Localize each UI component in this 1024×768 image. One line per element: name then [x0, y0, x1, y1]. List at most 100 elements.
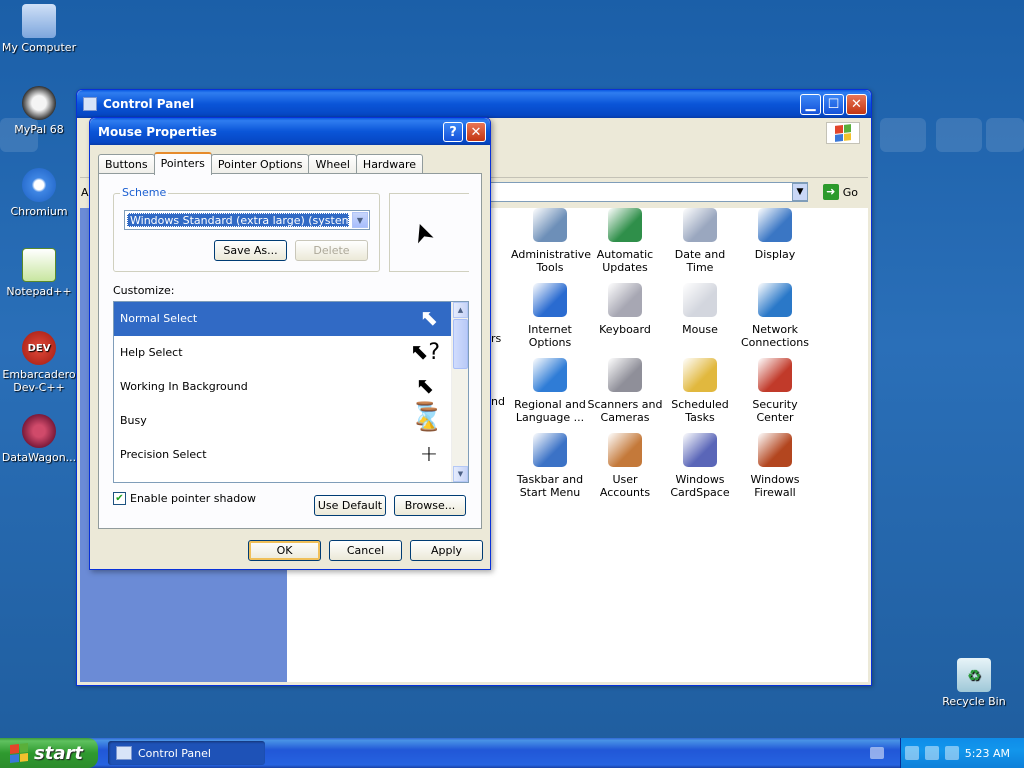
control-panel-item-icon — [533, 433, 567, 467]
control-panel-item[interactable]: Date and Time — [661, 208, 739, 274]
browse-button[interactable]: Browse... — [394, 495, 466, 516]
recycle-bin-icon: ♻ — [957, 658, 991, 692]
tab-pointers[interactable]: Pointers — [153, 152, 212, 175]
control-panel-item[interactable]: Network Connections — [736, 283, 814, 349]
desktop-icon-notepadpp[interactable]: Notepad++ — [0, 248, 78, 298]
control-panel-item-label: Network Connections — [741, 323, 809, 349]
desktop-icon-label: Notepad++ — [6, 285, 72, 298]
speaker-icon[interactable] — [924, 746, 939, 760]
control-panel-item-label: Mouse — [682, 323, 718, 336]
control-panel-item[interactable]: User Accounts — [586, 433, 664, 499]
network-icon[interactable] — [904, 746, 919, 760]
control-panel-item-icon — [608, 358, 642, 392]
list-item[interactable]: Busy ⌛ — [114, 404, 451, 438]
delete-button[interactable]: Delete — [295, 240, 368, 261]
control-panel-titlebar[interactable]: Control Panel ▁ ☐ ✕ — [77, 90, 871, 118]
maximize-button[interactable]: ☐ — [823, 94, 844, 115]
desktop-icon-label: My Computer — [1, 41, 77, 54]
control-panel-item-label: Security Center — [752, 398, 798, 424]
control-panel-item-label: Internet Options — [528, 323, 572, 349]
control-panel-item[interactable]: Scheduled Tasks — [661, 358, 739, 424]
address-dropdown-button[interactable]: ▼ — [792, 183, 808, 201]
list-item[interactable]: Working In Background ⬉⌛ — [114, 370, 451, 427]
control-panel-item-label: Taskbar and Start Menu — [516, 473, 584, 499]
control-panel-item[interactable]: Keyboard — [586, 283, 664, 336]
partial-label: nd — [491, 395, 505, 408]
scroll-up-icon[interactable]: ▲ — [453, 302, 468, 318]
desktop-icon-label: Embarcadero Dev-C++ — [2, 368, 76, 394]
pointer-shadow-label: Enable pointer shadow — [130, 492, 256, 505]
control-panel-item-label: Keyboard — [599, 323, 651, 336]
pointer-shadow-checkbox[interactable]: ✔ Enable pointer shadow — [113, 492, 256, 505]
desktop-icon-chromium[interactable]: Chromium — [0, 168, 78, 218]
control-panel-item[interactable]: Scanners and Cameras — [586, 358, 664, 424]
desktop-icon-devcpp[interactable]: DEV Embarcadero Dev-C++ — [0, 331, 78, 394]
system-tray: 5:23 AM — [900, 738, 1024, 768]
ok-button[interactable]: OK — [248, 540, 321, 561]
list-item[interactable]: Precision Select + — [114, 438, 451, 472]
control-panel-item-icon — [533, 283, 567, 317]
taskbar-item-control-panel[interactable]: Control Panel — [108, 741, 265, 765]
pointer-name: Busy — [120, 414, 147, 427]
cursor-preview-icon: ➤ — [405, 217, 441, 249]
help-button[interactable]: ? — [443, 122, 463, 142]
scroll-down-icon[interactable]: ▼ — [453, 466, 468, 482]
control-panel-item[interactable]: Regional and Language ... — [511, 358, 589, 424]
control-panel-item[interactable]: Internet Options — [511, 283, 589, 349]
control-panel-item-icon — [533, 208, 567, 242]
control-panel-item[interactable]: Windows Firewall — [736, 433, 814, 499]
desktop-icon-mypal[interactable]: MyPal 68 — [0, 86, 78, 136]
control-panel-item[interactable]: Administrative Tools — [511, 208, 591, 274]
desktop-icon-label: DataWagon... — [1, 451, 77, 464]
scheme-select[interactable]: Windows Standard (extra large) (system s… — [124, 210, 370, 230]
help-cursor-icon: ⬉? — [409, 340, 441, 365]
control-panel-item-icon — [758, 208, 792, 242]
desktop-icon-datawagon[interactable]: DataWagon... — [0, 414, 78, 464]
clock[interactable]: 5:23 AM — [965, 747, 1010, 760]
close-button[interactable]: ✕ — [846, 94, 867, 115]
notepad-icon — [22, 248, 56, 282]
working-cursor-icon: ⬉⌛ — [411, 374, 439, 427]
control-panel-item-icon — [533, 358, 567, 392]
address-field[interactable] — [490, 182, 808, 202]
start-button[interactable]: start — [0, 738, 98, 768]
go-arrow-icon: ➜ — [822, 184, 839, 200]
list-item[interactable]: Normal Select ⬉ — [114, 302, 451, 336]
scroll-thumb[interactable] — [453, 319, 468, 369]
use-default-button[interactable]: Use Default — [314, 495, 386, 516]
control-panel-item[interactable]: Windows CardSpace — [661, 433, 739, 499]
dialog-titlebar[interactable]: Mouse Properties ? ✕ — [90, 118, 490, 145]
desktop-icon-my-computer[interactable]: My Computer — [0, 4, 78, 54]
control-panel-item[interactable]: Automatic Updates — [586, 208, 664, 274]
keyboard-icon[interactable] — [870, 747, 884, 759]
list-item[interactable]: Help Select ⬉? — [114, 336, 451, 370]
list-scrollbar[interactable]: ▲ ▼ — [451, 302, 468, 482]
dialog-close-button[interactable]: ✕ — [466, 122, 486, 142]
control-panel-item[interactable]: Display — [736, 208, 814, 261]
control-panel-item-icon — [758, 283, 792, 317]
save-as-button[interactable]: Save As... — [214, 240, 287, 261]
chevron-down-icon[interactable]: ▼ — [352, 212, 368, 228]
apply-button[interactable]: Apply — [410, 540, 483, 561]
sync-icon[interactable] — [944, 746, 959, 760]
partial-label: rs — [491, 332, 502, 345]
dialog-title: Mouse Properties — [98, 124, 217, 139]
pointers-panel: Scheme Windows Standard (extra large) (s… — [98, 173, 482, 529]
computer-icon — [22, 4, 56, 38]
pointer-preview: ➤ — [389, 193, 469, 272]
go-label: Go — [842, 185, 858, 199]
control-panel-item-label: Automatic Updates — [596, 248, 654, 274]
go-button[interactable]: ➜ Go — [822, 184, 858, 200]
checkmark-icon[interactable]: ✔ — [113, 492, 126, 505]
minimize-button[interactable]: ▁ — [800, 94, 821, 115]
mouse-properties-dialog: Mouse Properties ? ✕ Buttons Pointers Po… — [89, 117, 491, 570]
pointer-list[interactable]: Normal Select ⬉ Help Select ⬉? Working I… — [113, 301, 469, 483]
cancel-button[interactable]: Cancel — [329, 540, 402, 561]
desktop-icon-recycle-bin[interactable]: ♻ Recycle Bin — [935, 658, 1013, 708]
raccoon-icon — [22, 86, 56, 120]
control-panel-item-icon — [683, 208, 717, 242]
control-panel-item[interactable]: Mouse — [661, 283, 739, 336]
pointer-name: Precision Select — [120, 448, 207, 461]
control-panel-item[interactable]: Taskbar and Start Menu — [511, 433, 589, 499]
control-panel-item[interactable]: Security Center — [736, 358, 814, 424]
